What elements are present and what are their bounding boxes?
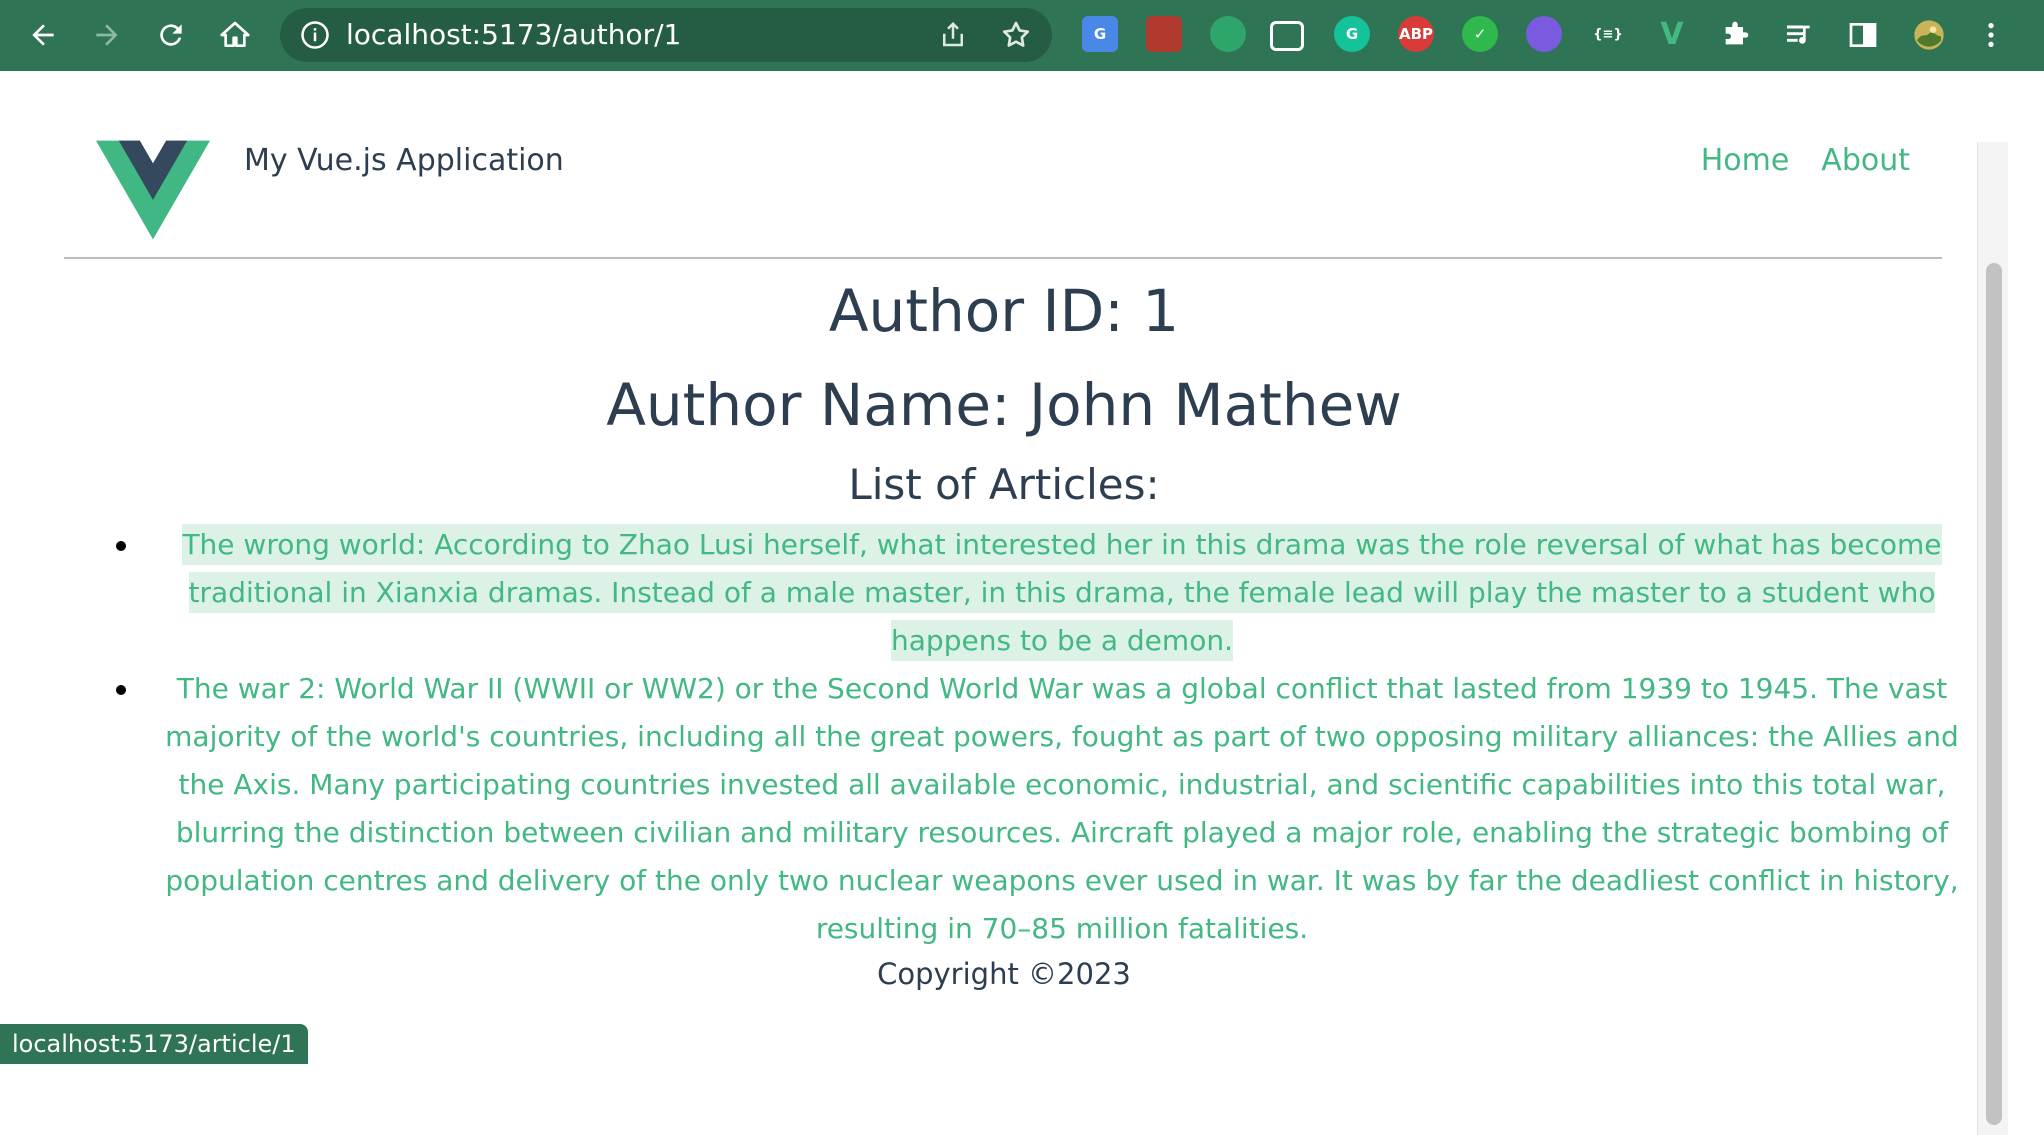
color-picker-icon[interactable] (1526, 16, 1562, 52)
side-panel-icon (1849, 23, 1877, 47)
nav-link-about[interactable]: About (1821, 143, 1910, 178)
article-link[interactable]: The war 2: World War II (WWII or WW2) or… (165, 668, 1959, 949)
nav-link-home[interactable]: Home (1701, 143, 1790, 178)
more-vertical-icon (1988, 23, 1994, 47)
scrollbar-thumb[interactable] (1986, 263, 2002, 1125)
bullet-icon (116, 685, 126, 695)
page-viewport: My Vue.js Application Home About Author … (0, 71, 2008, 1135)
author-id-heading: Author ID: 1 (828, 277, 1180, 345)
articles-list-title: List of Articles: (848, 460, 1160, 509)
reload-icon (160, 24, 182, 46)
picture-in-picture-icon[interactable] (1270, 21, 1304, 51)
profile-button[interactable] (1904, 10, 1954, 60)
forward-button[interactable] (82, 10, 132, 60)
puzzle-icon (1725, 21, 1749, 45)
shield-extension-icon[interactable] (1146, 16, 1182, 52)
share-icon[interactable] (938, 20, 968, 50)
chrome-menu-button[interactable] (1966, 10, 2016, 60)
bookmark-star-icon[interactable] (1000, 19, 1032, 51)
link-status-bar: localhost:5173/article/1 (0, 1024, 308, 1064)
vue-devtools-icon[interactable]: V (1654, 16, 1690, 52)
vue-logo-icon[interactable] (96, 140, 210, 240)
bullet-icon (116, 541, 126, 551)
address-bar[interactable]: localhost:5173/author/1 (280, 8, 1052, 62)
avatar (1914, 20, 1944, 50)
grammarly-icon[interactable]: G (1334, 16, 1370, 52)
article-list-item: The war 2: World War II (WWII or WW2) or… (0, 665, 2008, 953)
article-list-item: The wrong world: According to Zhao Lusi … (0, 521, 2008, 665)
home-button[interactable] (210, 10, 260, 60)
copyright-text: Copyright ©2023 (877, 957, 1131, 991)
main-nav: Home About (1701, 143, 1910, 178)
browser-toolbar: localhost:5173/author/1 G G ABP ✓ {≡} V (0, 0, 2044, 71)
adblock-plus-icon[interactable]: ABP (1398, 16, 1434, 52)
app-header: My Vue.js Application Home About (64, 71, 1942, 259)
arrow-right-icon (96, 24, 118, 46)
extensions-button[interactable] (1710, 10, 1760, 60)
article-link[interactable]: The wrong world: According to Zhao Lusi … (182, 524, 1942, 661)
back-button[interactable] (18, 10, 68, 60)
sync-extension-icon[interactable] (1210, 16, 1246, 52)
google-translate-icon[interactable]: G (1082, 16, 1118, 52)
reload-button[interactable] (146, 10, 196, 60)
info-icon[interactable] (300, 20, 330, 50)
articles-list: The wrong world: According to Zhao Lusi … (0, 521, 2008, 953)
url-text[interactable]: localhost:5173/author/1 (346, 8, 681, 62)
side-panel-button[interactable] (1838, 10, 1888, 60)
arrow-left-icon (32, 24, 54, 46)
app-title: My Vue.js Application (244, 143, 564, 178)
check-extension-icon[interactable]: ✓ (1462, 16, 1498, 52)
playlist-icon (1787, 25, 1810, 44)
json-viewer-icon[interactable]: {≡} (1590, 16, 1626, 52)
home-icon (220, 21, 250, 47)
media-control-button[interactable] (1774, 10, 1824, 60)
author-name-heading: Author Name: John Mathew (606, 371, 1402, 439)
